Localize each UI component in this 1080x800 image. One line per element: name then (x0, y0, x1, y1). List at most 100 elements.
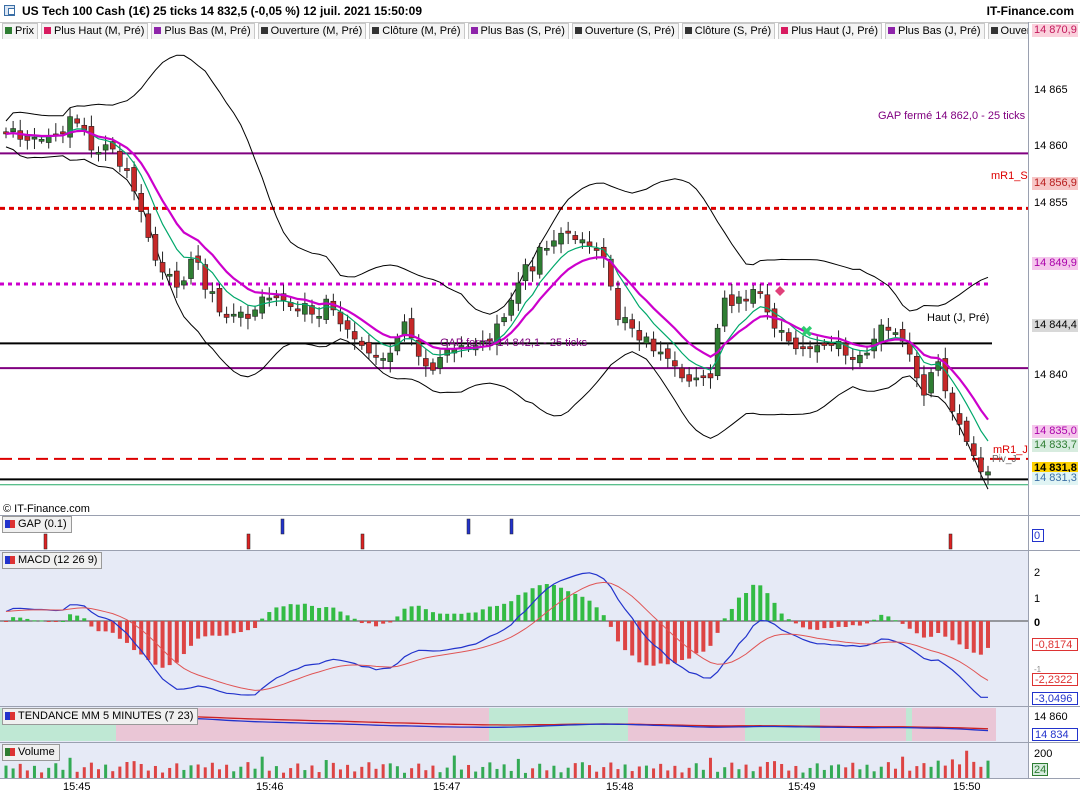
volume-bar (431, 765, 435, 778)
macd-hist-bar (772, 602, 777, 621)
gap-title: GAP (0.1) (18, 518, 67, 530)
trend-panel-title: TENDANCE MM 5 MINUTES (7 23) (2, 708, 199, 725)
candle-body (536, 246, 543, 275)
time-label-1545: 15:45 (63, 781, 91, 793)
time-label-1548: 15:48 (606, 781, 634, 793)
macd-hist-bar (181, 621, 186, 655)
candle-body (437, 357, 443, 369)
volume-bar (516, 758, 520, 778)
macd-hist-bar (103, 621, 108, 632)
candle-body (565, 230, 571, 234)
macd-hist-bar (615, 621, 620, 642)
volume-bar (89, 762, 93, 778)
macd-hist-bar (452, 613, 457, 621)
macd-hist-bar (402, 608, 407, 621)
macd-tick-0: 0 (1034, 617, 1041, 629)
volume-bar (481, 766, 485, 778)
haut-j-annotation: Haut (J, Pré) (927, 312, 990, 324)
macd-hist-bar (146, 621, 151, 660)
macd-hist-bar (324, 607, 329, 621)
macd-hist-bar (509, 601, 514, 621)
candle-body (693, 377, 700, 381)
macd-hist-bar (466, 612, 471, 621)
trend-band-4 (745, 708, 820, 741)
candle-body (316, 316, 322, 319)
macd-hist-bar (352, 618, 357, 621)
time-label-1550: 15:50 (953, 781, 981, 793)
gap-panel-bg (0, 516, 1028, 550)
macd-hist-bar (708, 621, 713, 646)
volume-bar (118, 766, 122, 778)
macd-hist-bar (829, 621, 834, 628)
volume-bar (189, 765, 193, 778)
gap-bar-4 (466, 518, 471, 535)
volume-bar (310, 765, 314, 778)
macd-hist-bar (331, 607, 336, 621)
macd-hist-bar (288, 604, 293, 621)
volume-bar (773, 761, 777, 778)
volume-bar (673, 765, 677, 778)
candle-body (181, 280, 187, 286)
volume-bar (54, 763, 58, 778)
macd-tick-1: 1 (1034, 593, 1041, 605)
macd-hist-bar (345, 615, 350, 621)
candle-body (501, 317, 507, 323)
candle-body (700, 375, 707, 379)
indicator-icon (5, 556, 15, 565)
volume-bar (32, 765, 36, 778)
macd-hist-bar (907, 621, 912, 629)
macd-hist-bar (800, 621, 805, 628)
volume-bar (552, 765, 556, 778)
volume-bar (488, 762, 492, 778)
gap-bar-6 (948, 533, 953, 550)
macd-hist-bar (196, 621, 201, 639)
macd-hist-bar (25, 618, 30, 621)
macd-hist-bar (779, 613, 784, 621)
volume-bar (851, 762, 855, 778)
candle-body (686, 374, 692, 382)
candle-body (551, 240, 557, 247)
candle-body (821, 343, 828, 346)
volume-bar (979, 766, 983, 778)
macd-hist-bar (701, 621, 706, 652)
candle-body (928, 372, 934, 394)
macd-hist-bar (857, 621, 862, 626)
candle-body (622, 317, 628, 324)
volume-bar (751, 771, 755, 778)
candle-body (785, 332, 792, 342)
candle-body (74, 118, 80, 124)
gap-bottom-annotation: GAP fermé 14 842,1 - 25 ticks (440, 337, 588, 349)
macd-hist-bar (729, 608, 734, 621)
trend-band-7 (912, 708, 996, 741)
volume-bar (837, 764, 841, 778)
volume-bar (452, 755, 456, 778)
volume-bar (225, 764, 229, 778)
volume-bar (75, 771, 79, 778)
candle-body (736, 296, 742, 304)
volume-bar (815, 763, 819, 778)
macd-hist-bar (608, 621, 613, 627)
candle-body (807, 346, 813, 350)
volume-bar (68, 757, 72, 778)
macd-hist-bar (253, 621, 258, 628)
macd-label-hist: -0,8174 (1032, 638, 1078, 651)
macd-hist-bar (160, 621, 165, 668)
candle-body (95, 151, 102, 155)
candle-body (814, 345, 821, 353)
volume-bar (659, 763, 663, 778)
gap-bar-3 (280, 518, 285, 535)
macd-hist-bar (573, 593, 578, 621)
cross-marker: ✖ (800, 322, 813, 341)
candle-body (188, 258, 194, 279)
volume-bar (232, 771, 236, 778)
candle-body (729, 294, 735, 306)
candle-body (138, 192, 145, 212)
macd-hist-bar (117, 621, 122, 639)
candle-body (216, 287, 223, 313)
candle-body (159, 262, 166, 273)
macd-panel-title: MACD (12 26 9) (2, 552, 103, 569)
volume-bar (424, 770, 428, 778)
volume-bar (566, 767, 570, 778)
macd-hist-bar (302, 603, 307, 621)
volume-bar (523, 772, 527, 778)
